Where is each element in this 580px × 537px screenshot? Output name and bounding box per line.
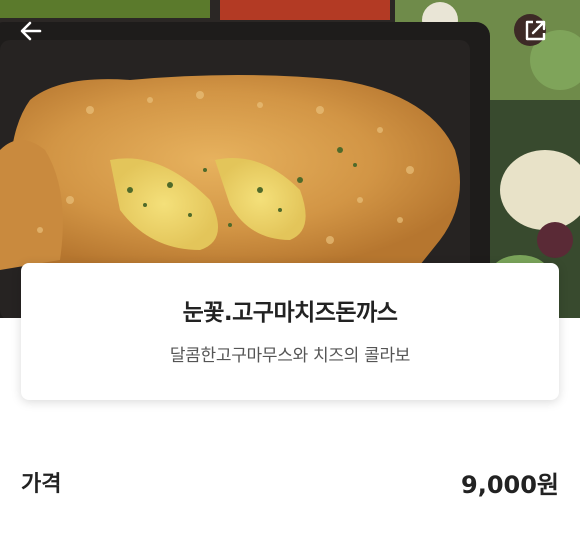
price-value: 9,000원 bbox=[461, 470, 559, 499]
menu-title: 눈꽃.고구마치즈돈까스 bbox=[182, 300, 398, 326]
menu-info-card: 눈꽃.고구마치즈돈까스 달콤한고구마무스와 치즈의 콜라보 bbox=[21, 263, 559, 400]
price-label: 가격 bbox=[21, 472, 62, 497]
price-row: 가격 9,000원 bbox=[21, 462, 559, 502]
share-button[interactable] bbox=[522, 18, 562, 58]
menu-description: 달콤한고구마무스와 치즈의 콜라보 bbox=[169, 346, 411, 366]
share-external-icon bbox=[525, 20, 546, 41]
back-button[interactable] bbox=[18, 18, 58, 58]
back-arrow-icon bbox=[20, 21, 42, 41]
